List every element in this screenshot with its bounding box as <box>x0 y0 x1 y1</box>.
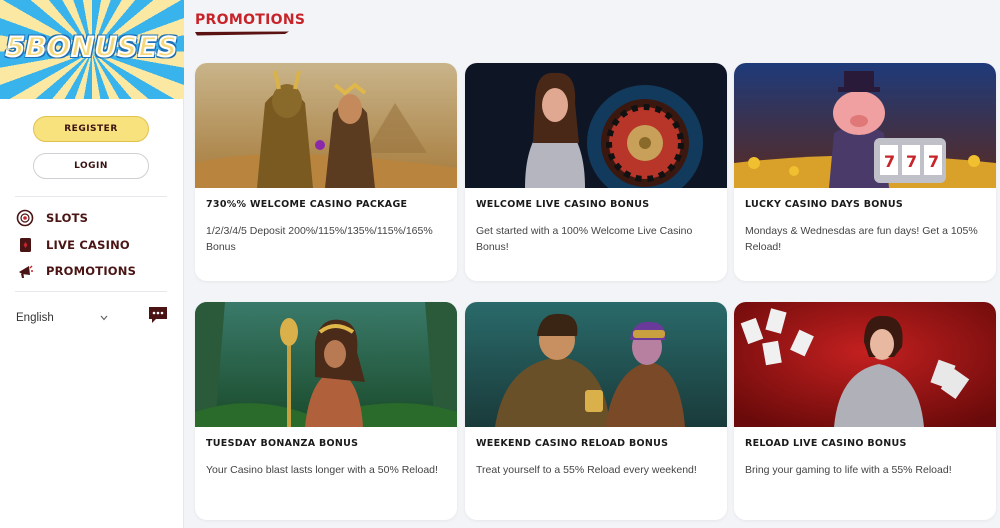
promo-description: Mondays & Wednesdas are fun days! Get a … <box>745 225 978 253</box>
login-button[interactable]: LOGIN <box>33 153 149 179</box>
promo-card[interactable]: TUESDAY BONANZA BONUS Your Casino blast … <box>195 302 457 520</box>
sidebar-item-label: LIVE CASINO <box>46 238 130 252</box>
promo-description: Bring your gaming to life with a 55% Rel… <box>745 464 952 476</box>
promo-image-jungle-warrior <box>195 302 457 427</box>
promo-card[interactable]: 730%% WELCOME CASINO PACKAGE 1/2/3/4/5 D… <box>195 63 457 281</box>
promo-title: TUESDAY BONANZA BONUS <box>206 438 359 449</box>
promo-description: Get started with a 100% Welcome Live Cas… <box>476 225 693 253</box>
playing-card-icon <box>16 236 34 254</box>
promo-description: 1/2/3/4/5 Deposit 200%/115%/135%/115%/16… <box>206 225 433 253</box>
language-select[interactable]: English <box>16 308 108 328</box>
logo-text: 5BONUSES <box>5 31 179 64</box>
svg-text:7: 7 <box>928 152 939 171</box>
page-title: PROMOTIONS <box>195 12 306 28</box>
promo-title: WELCOME LIVE CASINO BONUS <box>476 199 650 210</box>
megaphone-icon <box>16 262 34 280</box>
svg-text:7: 7 <box>884 152 895 171</box>
promo-image-desert-warriors <box>195 63 457 188</box>
sidebar-item-slots[interactable]: SLOTS <box>16 209 88 227</box>
promo-card[interactable]: 7 7 7 LUCKY CASINO DAYS BONUS Mondays & … <box>734 63 996 281</box>
sidebar-divider <box>15 291 167 292</box>
promo-title: LUCKY CASINO DAYS BONUS <box>745 199 904 210</box>
chevron-down-icon <box>100 313 108 323</box>
promo-title: RELOAD LIVE CASINO BONUS <box>745 438 907 449</box>
promo-image-explorers <box>465 302 727 427</box>
promo-description: Your Casino blast lasts longer with a 50… <box>206 464 438 476</box>
svg-text:7: 7 <box>906 152 917 171</box>
language-label: English <box>16 312 54 324</box>
sidebar-divider <box>15 196 167 197</box>
promo-image-cards-host <box>734 302 996 427</box>
promo-image-roulette-host <box>465 63 727 188</box>
sidebar: 5BONUSES REGISTER LOGIN SLOTS LIVE CASIN… <box>0 0 184 528</box>
sidebar-item-label: PROMOTIONS <box>46 264 137 278</box>
promo-card[interactable]: RELOAD LIVE CASINO BONUS Bring your gami… <box>734 302 996 520</box>
promo-image-pig-slot: 7 7 7 <box>734 63 996 188</box>
promo-description: Treat yourself to a 55% Reload every wee… <box>476 464 697 476</box>
chat-icon[interactable] <box>148 306 168 324</box>
promo-title: WEEKEND CASINO RELOAD BONUS <box>476 438 669 449</box>
sidebar-item-label: SLOTS <box>46 211 89 225</box>
promo-card[interactable]: WEEKEND CASINO RELOAD BONUS Treat yourse… <box>465 302 727 520</box>
register-button[interactable]: REGISTER <box>33 116 149 142</box>
slot-chip-icon <box>16 209 34 227</box>
title-underline <box>195 31 289 36</box>
promo-card[interactable]: WELCOME LIVE CASINO BONUS Get started wi… <box>465 63 727 281</box>
sidebar-item-promotions[interactable]: PROMOTIONS <box>16 262 136 280</box>
brand-logo[interactable]: 5BONUSES <box>0 0 184 99</box>
sidebar-item-live-casino[interactable]: LIVE CASINO <box>16 236 130 254</box>
promo-title: 730%% WELCOME CASINO PACKAGE <box>206 199 408 210</box>
